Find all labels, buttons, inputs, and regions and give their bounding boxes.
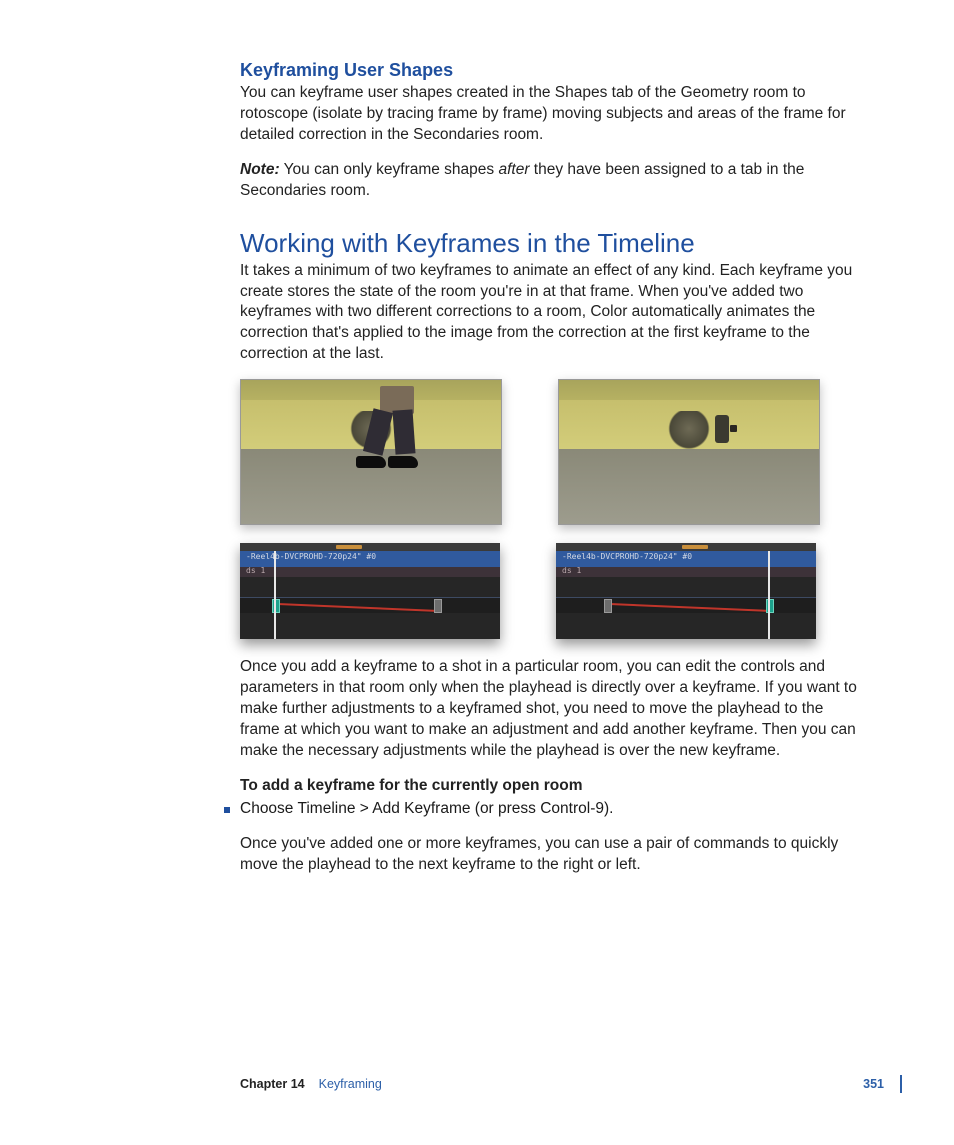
- bullet-add-keyframe: Choose Timeline > Add Keyframe (or press…: [240, 799, 613, 820]
- heading-working-with-keyframes: Working with Keyframes in the Timeline: [240, 228, 866, 259]
- timeline-screenshot-b: -Reel4b-DVCPROHD-720p24" #0 ds 1: [556, 543, 816, 639]
- track-label-a: ds 1: [246, 566, 265, 575]
- footer-chapter: Chapter 14: [240, 1077, 305, 1091]
- para-user-shapes-note: Note: You can only keyframe shapes after…: [240, 160, 866, 202]
- heading-keyframing-user-shapes: Keyframing User Shapes: [240, 60, 866, 81]
- keyframe-marker-icon: [604, 599, 612, 613]
- thumbnail-hallway-near: [240, 379, 502, 525]
- note-label: Note:: [240, 161, 280, 178]
- footer-rule-icon: [900, 1075, 902, 1093]
- timeline-screenshot-a: -Reel4b-DVCPROHD-720p24" #0 ds 1: [240, 543, 500, 639]
- para-keyframes-intro: It takes a minimum of two keyframes to a…: [240, 261, 866, 366]
- para-user-shapes-intro: You can keyframe user shapes created in …: [240, 83, 866, 146]
- para-keyframes-edit: Once you add a keyframe to a shot in a p…: [240, 657, 866, 762]
- page-footer: Chapter 14 Keyframing 351: [240, 1077, 884, 1091]
- note-text-a: You can only keyframe shapes: [280, 161, 499, 178]
- track-label-b: ds 1: [562, 566, 581, 575]
- thumbnail-hallway-far: [558, 379, 820, 525]
- figure-row-timeline: -Reel4b-DVCPROHD-720p24" #0 ds 1 -Reel4b…: [240, 543, 866, 639]
- para-keyframes-nav: Once you've added one or more keyframes,…: [240, 834, 866, 876]
- task-heading: To add a keyframe for the currently open…: [240, 776, 866, 797]
- playhead-icon: [274, 551, 276, 639]
- clip-label-a: -Reel4b-DVCPROHD-720p24" #0: [246, 552, 376, 561]
- clip-label-b: -Reel4b-DVCPROHD-720p24" #0: [562, 552, 692, 561]
- footer-page-number: 351: [863, 1077, 884, 1091]
- playhead-icon: [768, 551, 770, 639]
- figure-row-video: [240, 379, 866, 525]
- footer-chapter-name: Keyframing: [319, 1077, 382, 1091]
- bullet-row: Choose Timeline > Add Keyframe (or press…: [224, 799, 866, 820]
- keyframe-marker-icon: [434, 599, 442, 613]
- bullet-icon: [224, 807, 230, 813]
- note-emphasis: after: [498, 161, 529, 178]
